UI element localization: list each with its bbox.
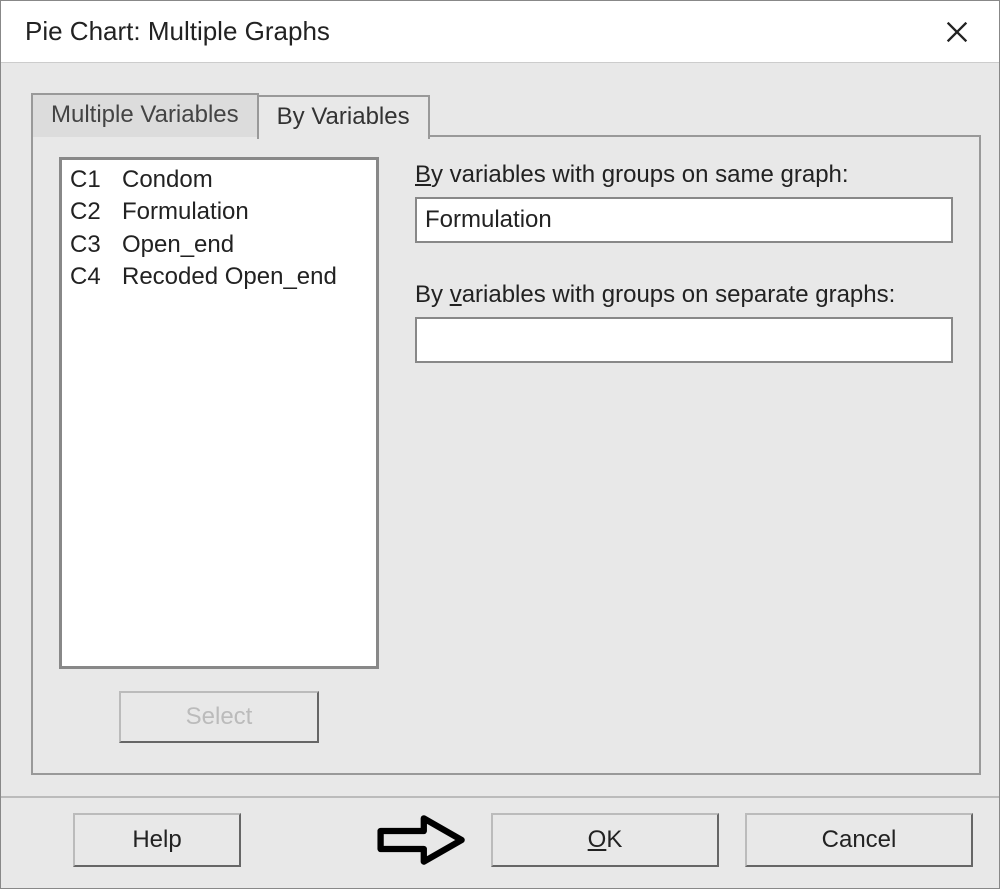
column-name: Recoded Open_end (122, 261, 337, 293)
list-item[interactable]: C4Recoded Open_end (70, 261, 368, 293)
cancel-button[interactable]: Cancel (745, 813, 973, 867)
column-name: Formulation (122, 196, 249, 228)
list-item[interactable]: C1Condom (70, 164, 368, 196)
column-name: Condom (122, 164, 213, 196)
tab-panel-by-variables: C1CondomC2FormulationC3Open_endC4Recoded… (31, 135, 981, 775)
variable-listbox[interactable]: C1CondomC2FormulationC3Open_endC4Recoded… (59, 157, 379, 669)
dialog-footer: Help OK Cancel (1, 796, 999, 888)
title-bar: Pie Chart: Multiple Graphs (1, 1, 999, 63)
column-id: C4 (70, 261, 122, 293)
mnemonic-v: v (450, 281, 462, 308)
ok-button[interactable]: OK (491, 813, 719, 867)
input-by-variables-same-graph[interactable] (415, 197, 953, 243)
right-column: By variables with groups on same graph: … (415, 157, 953, 743)
column-id: C3 (70, 229, 122, 261)
column-id: C2 (70, 196, 122, 228)
column-id: C1 (70, 164, 122, 196)
column-name: Open_end (122, 229, 234, 261)
list-item[interactable]: C2Formulation (70, 196, 368, 228)
tab-multiple-variables[interactable]: Multiple Variables (31, 93, 259, 137)
close-icon[interactable] (935, 10, 979, 54)
dialog-body: Multiple Variables By Variables C1Condom… (1, 63, 999, 796)
select-button: Select (119, 691, 319, 743)
arrow-right-icon (377, 812, 467, 868)
dialog-title: Pie Chart: Multiple Graphs (25, 16, 330, 47)
mnemonic-o: O (588, 826, 607, 853)
tab-strip: Multiple Variables By Variables (31, 93, 981, 137)
label-separate-graphs: By variables with groups on separate gra… (415, 281, 953, 309)
help-button[interactable]: Help (73, 813, 241, 867)
tab-by-variables[interactable]: By Variables (257, 95, 430, 139)
mnemonic-b: B (415, 161, 431, 188)
input-by-variables-separate-graphs[interactable] (415, 317, 953, 363)
annotation-arrow-container (261, 812, 471, 868)
left-column: C1CondomC2FormulationC3Open_endC4Recoded… (59, 157, 379, 743)
label-same-graph: By variables with groups on same graph: (415, 161, 953, 189)
list-item[interactable]: C3Open_end (70, 229, 368, 261)
dialog-window: Pie Chart: Multiple Graphs Multiple Vari… (0, 0, 1000, 889)
